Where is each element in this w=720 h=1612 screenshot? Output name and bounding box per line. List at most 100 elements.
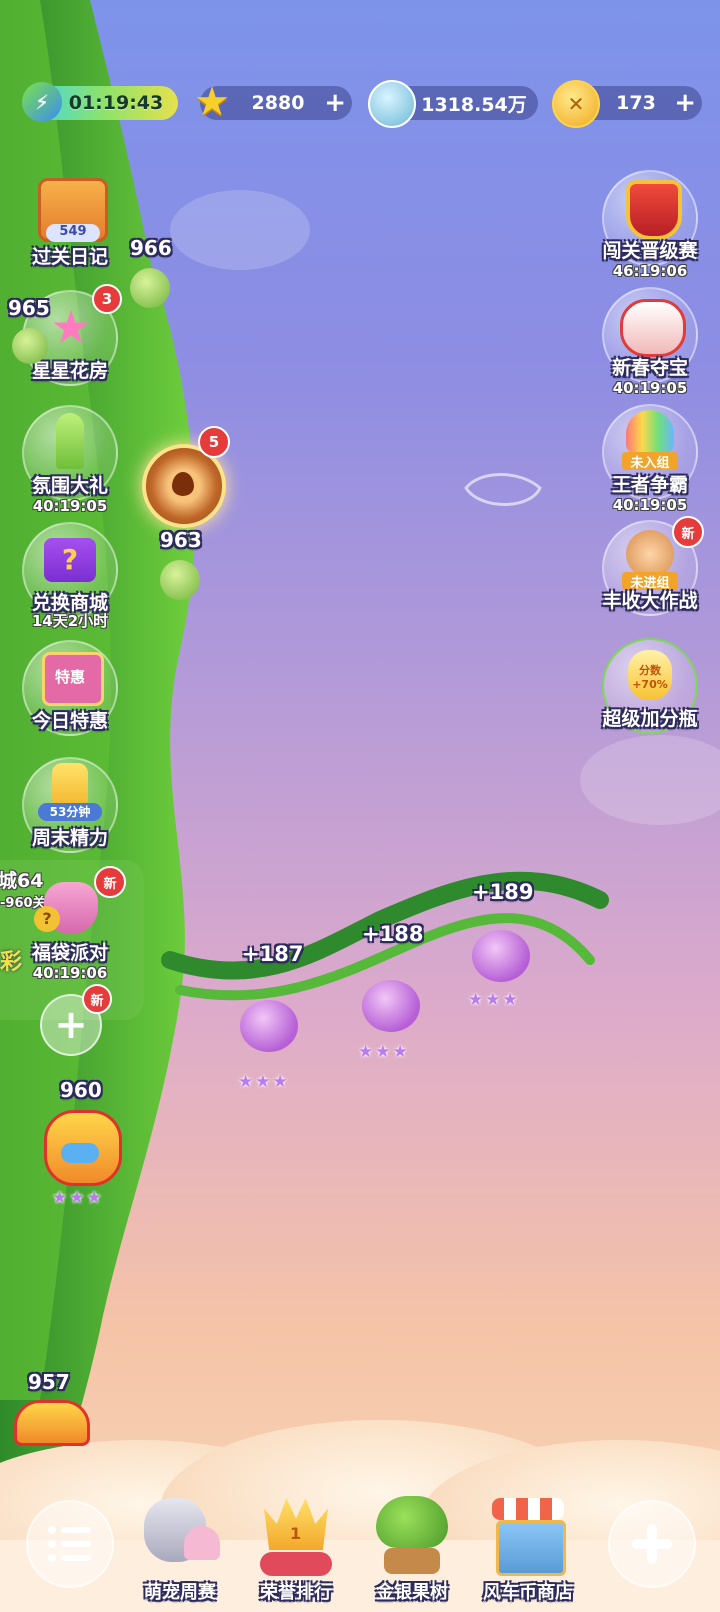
crown-shield-icon: [626, 180, 682, 240]
notification-badge: 3: [92, 284, 122, 314]
daily-deal-tag: 特惠: [54, 668, 85, 686]
super-bonus-bottle-button[interactable]: 分数 +70% 超级加分瓶: [600, 638, 700, 748]
rainbow-lotus-icon: [626, 410, 674, 454]
level-node-seed-icon[interactable]: [12, 328, 48, 364]
level-promotion-label: 闯关晋级赛: [602, 240, 698, 262]
shop-building-icon: [496, 1520, 566, 1576]
wheel-center-icon: [172, 472, 194, 496]
lion-mouth-icon: [61, 1143, 99, 1163]
level-node-lion-icon[interactable]: [14, 1400, 90, 1446]
super-bonus-bottle-label: 超级加分瓶: [602, 708, 698, 730]
stars-counter[interactable]: ★ 2880 +: [194, 79, 352, 125]
gem-coin-icon: [368, 80, 416, 128]
pinwheel-coin-shop-label: 风车币商店: [483, 1582, 573, 1603]
weekend-energy-button[interactable]: 53分钟 周末精力: [20, 757, 120, 867]
ice-cream-icon: [56, 413, 84, 469]
exchange-shop-timer: 14天2小时: [31, 612, 109, 630]
king-battle-button[interactable]: 未入组 王者争霸 40:19:05: [600, 404, 700, 514]
trophy-rank: 1: [290, 1524, 302, 1543]
reward-stars: ★★★: [358, 1042, 410, 1062]
not-grouped-tag: 未入组: [622, 452, 678, 471]
gold-coin-icon: ✕: [552, 80, 600, 128]
gold-silver-tree-button[interactable]: 金银果树: [362, 1490, 462, 1603]
shop-awning-icon: [492, 1498, 564, 1520]
pet-weekly-contest-button[interactable]: 萌宠周赛: [130, 1490, 230, 1603]
add-button[interactable]: [608, 1500, 696, 1588]
level-stars: ★★★: [52, 1188, 104, 1208]
coins-value: 173: [616, 92, 656, 114]
atmosphere-gift-timer: 40:19:05: [32, 497, 108, 515]
new-badge: 新: [94, 866, 126, 898]
wheel-badge: 5: [198, 426, 230, 458]
level-promotion-timer: 46:19:06: [612, 262, 688, 280]
reward-stars: ★★★: [468, 990, 520, 1010]
exchange-shop-button[interactable]: ? 兑换商城 14天2小时: [20, 522, 120, 632]
infinite-energy-icon: ⚡: [22, 82, 62, 122]
bonus-bottle-tag: 分数 +70%: [632, 664, 668, 691]
lion-dance-icon: [620, 299, 686, 357]
harvest-battle-label: 丰收大作战: [602, 590, 698, 612]
level-diary-label: 过关日记: [31, 246, 108, 268]
level-node-seed-icon[interactable]: [130, 268, 170, 308]
money-tree-icon: [376, 1496, 448, 1548]
add-shortcut-button[interactable]: + 新: [40, 984, 112, 1056]
daily-deal-button[interactable]: 特惠 今日特惠: [20, 640, 120, 750]
plus-icon: +: [54, 1002, 88, 1048]
gold-silver-tree-label: 金银果树: [376, 1582, 448, 1603]
new-year-treasure-timer: 40:19:05: [612, 379, 688, 397]
level-number: 965: [8, 296, 50, 320]
diamond-counter[interactable]: 1318.54万: [368, 80, 538, 128]
shell-icon: [184, 1526, 220, 1560]
pet-weekly-contest-label: 萌宠周赛: [144, 1582, 216, 1603]
new-year-treasure-label: 新春夺宝: [611, 357, 688, 379]
plus-icon: [632, 1524, 672, 1564]
weekend-energy-label: 周末精力: [31, 827, 108, 849]
daily-deal-label: 今日特惠: [31, 710, 108, 732]
coins-plus-button[interactable]: +: [674, 90, 696, 116]
reward-label: +189: [472, 880, 534, 904]
question-coin-icon: ?: [34, 906, 60, 932]
reward-fruit-icon[interactable]: [240, 1000, 298, 1052]
lucky-wheel-button[interactable]: 5: [142, 426, 230, 528]
diary-count: 549: [46, 224, 100, 242]
menu-button[interactable]: [26, 1500, 114, 1588]
harvest-battle-button[interactable]: 未进组 新 丰收大作战: [600, 516, 704, 630]
energy-timer[interactable]: ⚡ 01:19:43: [22, 82, 178, 122]
new-year-treasure-button[interactable]: 新春夺宝 40:19:05: [600, 287, 700, 397]
level-node-seed-icon[interactable]: [160, 560, 200, 600]
new-badge: 新: [672, 516, 704, 548]
level-diary-button[interactable]: 549 过关日记: [20, 172, 120, 282]
level-number: 960: [60, 1078, 102, 1102]
star-icon: ★: [194, 79, 230, 125]
level-node-lion-icon[interactable]: [44, 1110, 122, 1186]
level-number: 966: [130, 236, 172, 260]
trophy-base-icon: [260, 1552, 332, 1576]
mystery-box-icon: ?: [44, 538, 96, 582]
honor-ranking-button[interactable]: 1 荣誉排行: [246, 1490, 346, 1603]
star-flower-icon: ★: [50, 300, 92, 354]
lucky-bag-party-button[interactable]: ? 新 福袋派对 40:19:06: [20, 866, 126, 982]
reward-fruit-icon[interactable]: [472, 930, 530, 982]
tree-pot-icon: [384, 1548, 440, 1574]
weekend-energy-tag: 53分钟: [38, 803, 102, 821]
stars-plus-button[interactable]: +: [324, 90, 346, 116]
level-number: 957: [28, 1370, 70, 1394]
energy-timer-text: 01:19:43: [68, 92, 164, 114]
atmosphere-gift-button[interactable]: 氛围大礼 40:19:05: [20, 405, 120, 515]
coins-counter[interactable]: ✕ 173 +: [552, 80, 702, 128]
level-promotion-contest-button[interactable]: 闯关晋级赛 46:19:06: [600, 170, 700, 280]
diamond-value: 1318.54万: [421, 93, 527, 116]
farmer-avatar-icon: [626, 530, 674, 578]
king-battle-timer: 40:19:05: [612, 496, 688, 514]
reward-label: +188: [362, 922, 424, 946]
king-battle-label: 王者争霸: [611, 474, 688, 496]
list-menu-icon: [48, 1526, 91, 1562]
stars-value: 2880: [251, 92, 305, 114]
reward-label: +187: [242, 942, 304, 966]
reward-stars: ★★★: [238, 1072, 290, 1092]
reward-fruit-icon[interactable]: [362, 980, 420, 1032]
level-number: 963: [160, 528, 202, 552]
lucky-bag-party-timer: 40:19:06: [32, 964, 108, 982]
new-badge: 新: [82, 984, 112, 1014]
pinwheel-coin-shop-button[interactable]: 风车币商店: [478, 1490, 578, 1603]
